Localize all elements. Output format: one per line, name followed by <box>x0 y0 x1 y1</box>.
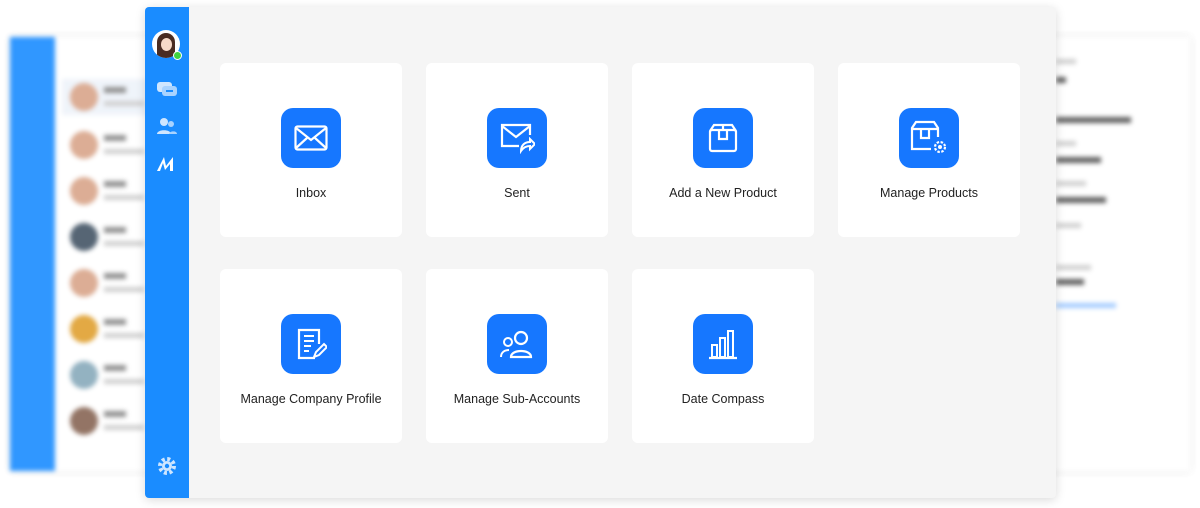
online-status-dot <box>173 51 182 60</box>
app-window: Inbox Sent Add a New Product Manage Prod… <box>145 7 1056 498</box>
list-item <box>62 79 152 115</box>
document-edit-icon <box>281 314 341 374</box>
card-label: Manage Company Profile <box>240 392 382 406</box>
list-item <box>62 265 152 301</box>
main-sidebar <box>145 7 189 498</box>
inbox-card[interactable]: Inbox <box>220 63 402 237</box>
envelope-send-icon <box>487 108 547 168</box>
background-profile-window <box>1040 37 1190 471</box>
add-product-card[interactable]: Add a New Product <box>632 63 814 237</box>
date-compass-card[interactable]: Date Compass <box>632 269 814 443</box>
background-chat-window <box>10 37 152 471</box>
card-label: Date Compass <box>681 392 765 406</box>
users-icon <box>487 314 547 374</box>
manage-products-card[interactable]: Manage Products <box>838 63 1020 237</box>
list-item <box>62 311 152 347</box>
envelope-icon <box>281 108 341 168</box>
card-label: Manage Products <box>880 186 978 200</box>
list-item <box>62 173 152 209</box>
box-icon <box>693 108 753 168</box>
box-gear-icon <box>899 108 959 168</box>
company-profile-card[interactable]: Manage Company Profile <box>220 269 402 443</box>
gear-icon[interactable] <box>155 454 179 478</box>
card-label: Inbox <box>295 186 327 200</box>
chat-bubbles-icon[interactable] <box>155 78 179 102</box>
sent-card[interactable]: Sent <box>426 63 608 237</box>
m-logo-icon[interactable] <box>155 151 179 175</box>
contacts-icon[interactable] <box>155 114 179 138</box>
list-item <box>62 127 152 163</box>
card-label: Sent <box>504 186 530 200</box>
background-sidebar <box>10 37 55 471</box>
sub-accounts-card[interactable]: Manage Sub-Accounts <box>426 269 608 443</box>
bar-chart-icon <box>693 314 753 374</box>
card-label: Manage Sub-Accounts <box>453 392 581 406</box>
card-label: Add a New Product <box>669 186 777 200</box>
list-item <box>62 403 152 439</box>
list-item <box>62 357 152 393</box>
list-item <box>62 219 152 255</box>
